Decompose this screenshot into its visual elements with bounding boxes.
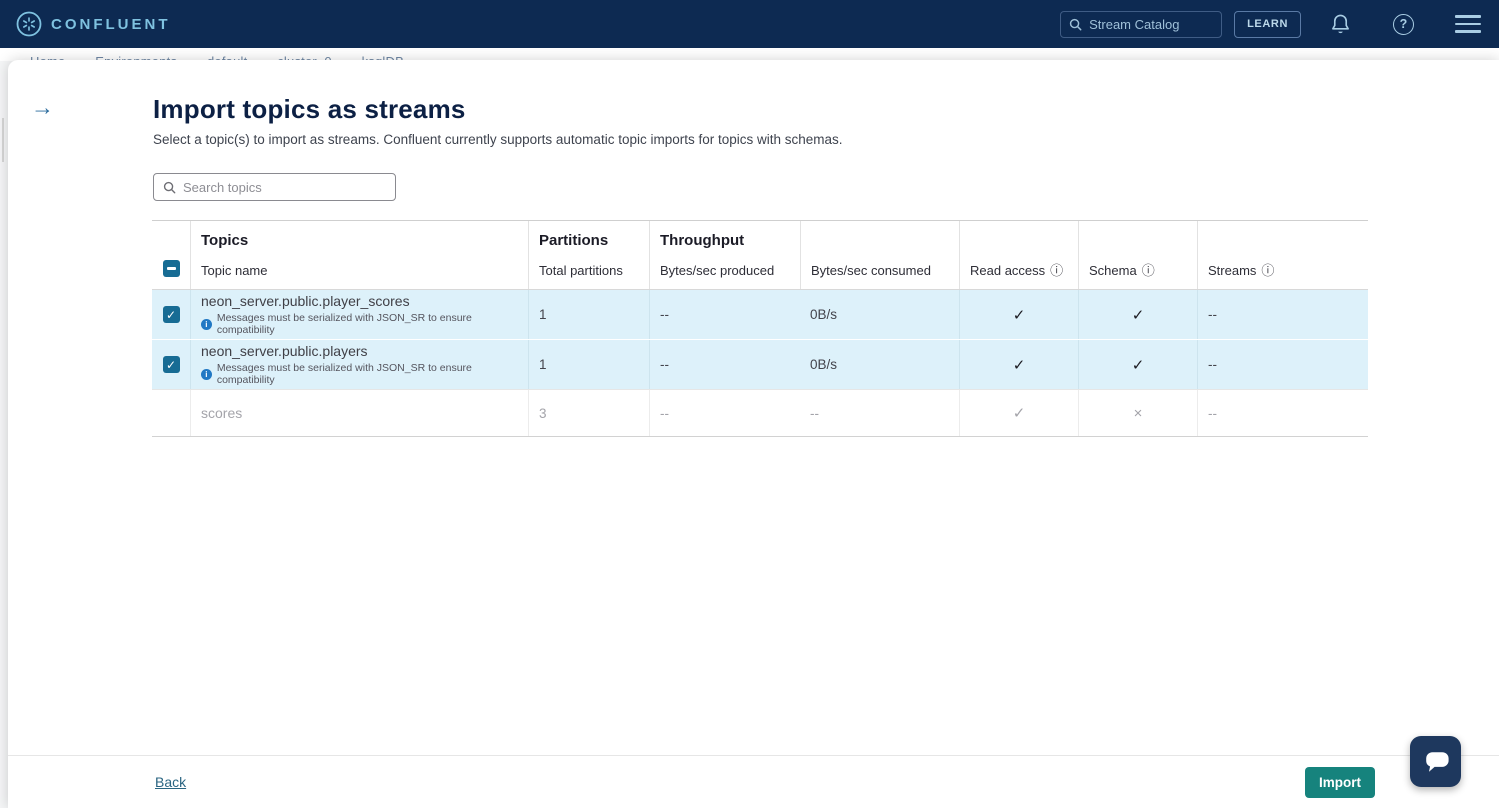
help-icon[interactable] [1393, 14, 1414, 35]
header-schema: Schemaⓘ [1078, 221, 1197, 289]
row-checkbox[interactable] [163, 356, 180, 373]
header-topics: Topics Topic name [190, 221, 528, 289]
table-row[interactable]: neon_server.public.player_scores Message… [152, 290, 1368, 340]
speech-bubble-icon [1422, 749, 1450, 775]
header-streams: Streamsⓘ [1197, 221, 1368, 289]
schema-info-icon[interactable]: ⓘ [1142, 264, 1155, 277]
collapse-panel-arrow-icon[interactable]: → [31, 96, 54, 119]
topic-cell: scores [190, 390, 528, 436]
read-access-info-icon[interactable]: ⓘ [1050, 264, 1063, 277]
partitions-cell: 1 [528, 340, 649, 389]
bytes-consumed-cell: 0B/s [800, 340, 959, 389]
chat-widget-button[interactable] [1410, 736, 1461, 787]
confluent-logo[interactable]: CONFLUENT [16, 11, 171, 37]
header-bytes-consumed: Bytes/sec consumed [800, 221, 959, 289]
streams-cell: -- [1197, 390, 1368, 436]
bytes-produced-cell: -- [649, 340, 800, 389]
select-all-checkbox[interactable] [163, 260, 180, 277]
topic-search-input[interactable] [183, 180, 373, 195]
read-access-check-icon: ✓ [959, 290, 1078, 339]
back-link[interactable]: Back [155, 774, 186, 790]
row-checkbox-cell [152, 290, 190, 339]
schema-check-icon: ✓ [1078, 290, 1197, 339]
topic-cell: neon_server.public.player_scores Message… [190, 290, 528, 339]
table-row-disabled: scores 3 -- -- ✓ × -- [152, 390, 1368, 437]
info-icon [201, 319, 212, 330]
bytes-produced-cell: -- [649, 290, 800, 339]
streams-cell: -- [1197, 290, 1368, 339]
header-checkbox-cell [152, 221, 190, 289]
stream-catalog-search[interactable] [1060, 11, 1222, 38]
top-navigation-bar: CONFLUENT LEARN [0, 0, 1499, 48]
hamburger-menu-icon[interactable] [1455, 15, 1481, 32]
notifications-bell-icon[interactable] [1330, 13, 1351, 35]
brand-name: CONFLUENT [51, 16, 171, 33]
confluent-logo-icon [16, 11, 42, 37]
topic-cell: neon_server.public.players Messages must… [190, 340, 528, 389]
import-topics-panel: → Import topics as streams Select a topi… [8, 60, 1499, 808]
read-access-check-icon: ✓ [959, 390, 1078, 436]
partitions-cell: 3 [528, 390, 649, 436]
learn-button[interactable]: LEARN [1234, 11, 1301, 38]
partitions-cell: 1 [528, 290, 649, 339]
table-row[interactable]: neon_server.public.players Messages must… [152, 340, 1368, 390]
schema-check-icon: ✓ [1078, 340, 1197, 389]
stream-catalog-search-input[interactable] [1089, 17, 1199, 32]
bytes-consumed-cell: -- [800, 390, 959, 436]
page-edge-divider [2, 118, 4, 162]
header-partitions: Partitions Total partitions [528, 221, 649, 289]
topics-table: Topics Topic name Partitions Total parti… [152, 220, 1368, 437]
schema-cross-icon: × [1078, 390, 1197, 436]
streams-info-icon[interactable]: ⓘ [1261, 264, 1274, 277]
table-header: Topics Topic name Partitions Total parti… [152, 220, 1368, 290]
bytes-produced-cell: -- [649, 390, 800, 436]
panel-footer: Back Import [8, 755, 1499, 808]
row-checkbox[interactable] [163, 306, 180, 323]
bytes-consumed-cell: 0B/s [800, 290, 959, 339]
search-icon [163, 181, 176, 194]
row-checkbox-cell [152, 390, 190, 436]
info-icon [201, 369, 212, 380]
import-button[interactable]: Import [1305, 767, 1375, 798]
header-read-access: Read accessⓘ [959, 221, 1078, 289]
page-title: Import topics as streams [153, 94, 466, 125]
streams-cell: -- [1197, 340, 1368, 389]
row-checkbox-cell [152, 340, 190, 389]
page-subtitle: Select a topic(s) to import as streams. … [153, 132, 843, 147]
read-access-check-icon: ✓ [959, 340, 1078, 389]
topic-search[interactable] [153, 173, 396, 201]
topic-note-text: Messages must be serialized with JSON_SR… [217, 362, 528, 386]
search-icon [1069, 18, 1082, 31]
topic-note-text: Messages must be serialized with JSON_SR… [217, 312, 528, 336]
header-bytes-produced: Throughput Bytes/sec produced [649, 221, 800, 289]
